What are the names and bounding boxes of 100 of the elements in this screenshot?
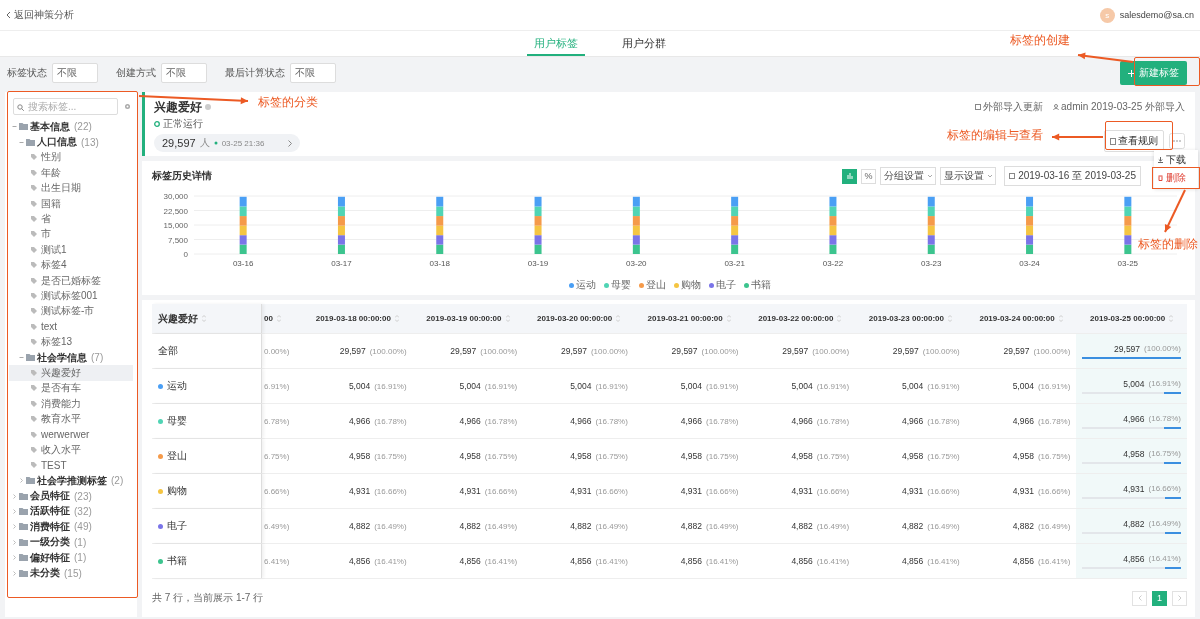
tag-item[interactable]: text <box>9 319 133 335</box>
cell-value: 4,856 <box>348 556 371 566</box>
folder-label[interactable]: 活跃特征 <box>30 504 70 519</box>
more-icon[interactable] <box>1169 133 1185 149</box>
filter-select[interactable]: 不限 <box>52 63 98 83</box>
chevron-left-icon <box>1137 595 1142 601</box>
user-count-pill[interactable]: 29,597 人 03-25 21:36 <box>154 134 300 152</box>
bar-chart-toggle[interactable] <box>842 168 858 184</box>
column-header[interactable]: 2019-03-23 00:00:00 <box>855 304 966 333</box>
cell-percent: (16.91%) <box>1037 381 1071 391</box>
tag-item[interactable]: 国籍 <box>9 195 133 212</box>
cell-percent: (16.41%) <box>816 556 850 566</box>
cell-value: 4,882 <box>1123 518 1145 529</box>
tag-item[interactable]: 性别 <box>9 149 133 166</box>
view-rules-button[interactable]: 查看规则 <box>1104 130 1164 152</box>
filter-select[interactable]: 不限 <box>290 63 336 83</box>
cell-percent: (16.91%) <box>484 381 518 391</box>
folder-label[interactable]: 社会学信息 <box>37 350 87 365</box>
tag-item[interactable]: 是否已婚标签 <box>9 272 133 289</box>
axis-tick-label: 03-25 <box>1117 259 1139 268</box>
column-header[interactable]: 2019-03-18 00:00:00 <box>302 304 413 333</box>
next-page-button[interactable] <box>1172 590 1187 606</box>
axis-tick-label: 30,000 <box>163 192 188 201</box>
tag-icon <box>31 246 37 253</box>
folder-label[interactable]: 未分类 <box>30 566 60 580</box>
tag-item[interactable]: 教育水平 <box>9 411 133 427</box>
tag-icon <box>31 293 37 299</box>
axis-tick-label: 03-19 <box>527 259 549 268</box>
expand-icon[interactable] <box>11 570 17 576</box>
tag-item[interactable]: 是否有车 <box>9 380 133 397</box>
menu-item[interactable]: 下载 <box>1154 151 1198 169</box>
column-header[interactable]: 00 <box>262 304 302 333</box>
cell-percent: (16.49%) <box>1037 521 1071 531</box>
tag-item[interactable]: werwerwer <box>9 426 133 443</box>
tag-item[interactable]: 测试标签001 <box>9 288 133 304</box>
expand-icon[interactable] <box>18 478 24 484</box>
tag-icon <box>31 446 37 453</box>
cell-value: 5,004 <box>570 381 592 391</box>
tag-item[interactable]: 标签4 <box>9 257 133 273</box>
folder-label[interactable]: 社会学推测标签 <box>37 473 107 488</box>
cell-percent: (16.66%) <box>595 486 628 496</box>
back-link[interactable]: 返回神策分析 <box>6 8 74 22</box>
tag-item[interactable]: 测试标签-市 <box>9 303 133 320</box>
column-header[interactable]: 2019-03-24 00:00:00 <box>965 304 1077 333</box>
folder-label[interactable]: 人口信息 <box>37 135 77 150</box>
select-dropdown[interactable]: 分组设置 <box>880 167 937 185</box>
chevron-right-icon <box>288 139 292 147</box>
collapse-icon[interactable] <box>18 355 24 361</box>
cell-percent: (16.66%) <box>374 486 407 496</box>
tag-item[interactable]: 省 <box>9 211 133 227</box>
tag-icon <box>31 169 37 176</box>
previous-page-button[interactable] <box>1132 590 1147 606</box>
expand-icon[interactable] <box>11 539 17 545</box>
tag-item[interactable]: 测试1 <box>9 242 133 258</box>
tag-item[interactable]: 标签13 <box>9 334 133 350</box>
column-header[interactable]: 2019-03-19 00:00:00 <box>412 304 524 333</box>
tag-item[interactable]: 出生日期 <box>9 180 133 196</box>
settings-icon[interactable] <box>124 103 131 110</box>
folder-label[interactable]: 一级分类 <box>30 535 70 550</box>
expand-icon[interactable] <box>11 508 17 514</box>
select-dropdown[interactable]: 显示设置 <box>940 167 997 185</box>
column-header[interactable]: 兴趣爱好 <box>152 304 262 333</box>
row-label: 母婴 <box>167 414 187 428</box>
collapse-icon[interactable] <box>11 124 17 130</box>
tag-item[interactable]: 消费能力 <box>9 396 133 412</box>
date-range-picker[interactable]: 2019-03-16 至 2019-03-25 <box>1004 166 1141 186</box>
folder-label[interactable]: 偏好特征 <box>30 550 70 565</box>
tab[interactable]: 用户分群 <box>615 31 673 56</box>
axis-tick-label: 22,500 <box>163 206 188 216</box>
tag-item[interactable]: 兴趣爱好 <box>9 365 133 381</box>
collapse-icon[interactable] <box>18 139 24 145</box>
filter-select[interactable]: 不限 <box>161 63 207 83</box>
axis-tick-label: 03-16 <box>232 259 254 268</box>
search-field[interactable]: 搜索标签... <box>13 98 118 115</box>
cell-value: 29,597 <box>782 346 809 356</box>
expand-icon[interactable] <box>11 555 17 561</box>
expand-icon[interactable] <box>11 524 17 530</box>
tag-item[interactable]: 年龄 <box>9 165 133 181</box>
folder-label[interactable]: 基本信息 <box>30 119 70 134</box>
annotation-arrow <box>1164 189 1186 233</box>
tag-icon <box>31 308 37 315</box>
column-header[interactable]: 2019-03-22 00:00:00 <box>744 304 856 333</box>
column-header[interactable]: 2019-03-21 00:00:00 <box>633 304 745 333</box>
cell-value: 4,966 <box>680 416 703 426</box>
folder-label[interactable]: 消费特征 <box>30 519 70 534</box>
folder-label[interactable]: 会员特征 <box>30 489 70 504</box>
percent-toggle[interactable]: % <box>861 168 877 184</box>
info-icon <box>205 104 211 110</box>
tag-item[interactable]: 收入水平 <box>9 442 133 458</box>
chart-title: 标签历史详情 <box>152 169 213 183</box>
cell-percent: (16.91%) <box>1148 378 1181 389</box>
column-header[interactable]: 2019-03-20 00:00:00 <box>523 304 634 333</box>
cell-value: 4,882 <box>348 521 371 531</box>
column-header[interactable]: 2019-03-25 00:00:00 <box>1076 304 1187 333</box>
menu-item[interactable]: 删除 <box>1154 169 1198 187</box>
expand-icon[interactable] <box>11 493 17 499</box>
tag-item[interactable]: 市 <box>9 226 133 243</box>
cell-value: 4,931 <box>459 486 481 496</box>
tag-icon <box>31 231 37 238</box>
tag-item[interactable]: TEST <box>9 457 133 473</box>
